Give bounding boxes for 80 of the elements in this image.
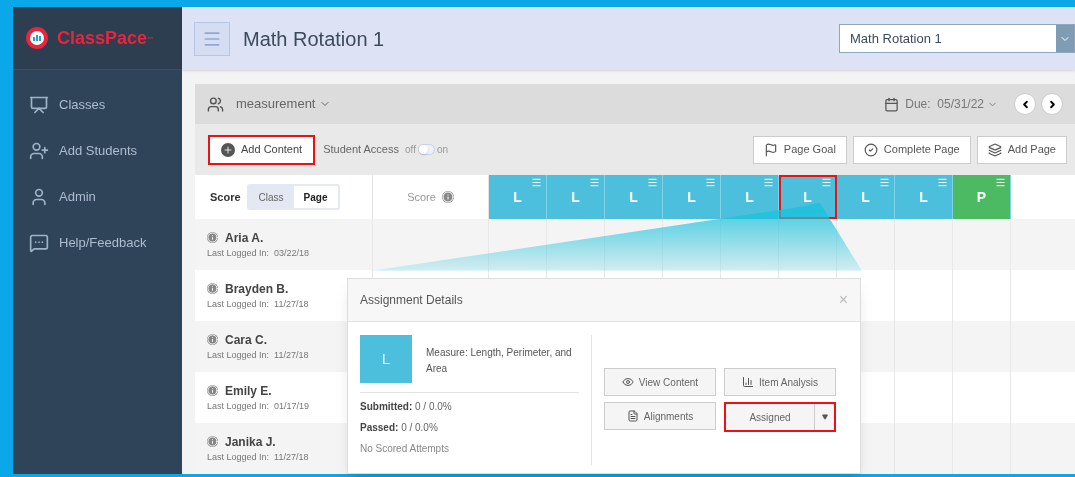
score-tab[interactable]: Page — [293, 186, 338, 209]
stat-text: Passed: 0 / 0.0% — [360, 421, 439, 435]
flag-icon — [763, 142, 778, 157]
info-icon — [207, 385, 218, 397]
add-content-button[interactable]: Add Content — [208, 134, 316, 165]
caret-icon — [821, 414, 828, 420]
content-tile: L — [360, 335, 412, 383]
stat-text: Submitted: 0 / 0.0% — [360, 400, 453, 414]
content-letter: L — [803, 187, 812, 207]
toolbar-button[interactable]: Complete Page — [852, 135, 971, 164]
menu-icon — [647, 177, 658, 189]
group-icon — [207, 95, 224, 113]
student-access-toggle[interactable] — [417, 144, 435, 156]
previous-button[interactable] — [1014, 93, 1036, 115]
sidebar-item[interactable]: Add Students — [13, 128, 182, 174]
content-letter: L — [513, 187, 522, 207]
menu-icon — [879, 177, 890, 189]
toolbar-button[interactable]: Add Page — [976, 135, 1067, 164]
content-letter: L — [861, 187, 870, 207]
last-login: Last Logged In: 03/22/18 — [207, 246, 311, 260]
menu-icon — [995, 177, 1006, 189]
student-name[interactable]: Aria A. — [225, 228, 264, 247]
action-button[interactable]: Item Analysis — [724, 368, 836, 396]
content-letter: L — [629, 187, 638, 207]
menu-icon — [589, 177, 600, 189]
logo-icon — [25, 26, 49, 50]
student-name[interactable]: Emily E. — [225, 381, 272, 400]
student-name[interactable]: Cara C. — [225, 330, 268, 349]
info-icon — [207, 232, 218, 244]
menu-icon — [821, 177, 832, 189]
content-letter: L — [919, 187, 928, 207]
menu-icon — [763, 177, 774, 189]
last-login: Last Logged In: 11/27/18 — [207, 348, 310, 362]
menu-icon — [705, 177, 716, 189]
dialog-title: Assignment Details — [360, 292, 463, 309]
info-icon — [207, 283, 218, 295]
score-label: Score — [210, 189, 241, 205]
info-icon — [207, 436, 218, 448]
add-user-icon — [29, 141, 49, 161]
chat-bubble-icon — [29, 233, 49, 253]
info-icon — [207, 334, 218, 346]
content-title: Measure: Length, Perimeter, and Area — [426, 346, 573, 376]
class-select[interactable]: Math Rotation 1 — [839, 24, 1075, 53]
menu-icon — [531, 177, 542, 189]
plus-icon — [221, 142, 235, 157]
group-dropdown[interactable]: measurement — [236, 94, 332, 114]
next-button[interactable] — [1041, 93, 1063, 115]
content-letter: L — [571, 187, 580, 207]
user-icon — [29, 187, 49, 207]
score-tab[interactable]: Class — [248, 186, 294, 209]
sidebar-item[interactable]: Help/Feedback — [13, 220, 182, 266]
page-title: Math Rotation 1 — [243, 26, 385, 52]
student-name[interactable]: Janika J. — [225, 432, 276, 451]
info-icon — [441, 191, 454, 204]
sidebar-item[interactable]: Classes — [13, 82, 182, 128]
menu-icon — [937, 177, 948, 189]
sidebar-item[interactable]: Admin — [13, 174, 182, 220]
student-name[interactable]: Brayden B. — [225, 279, 289, 298]
status-dropdown[interactable]: Assigned — [724, 402, 836, 432]
toolbar-button[interactable]: Page Goal — [752, 135, 847, 164]
content-letter: P — [976, 187, 987, 207]
document-icon — [626, 410, 639, 422]
student-access-label: Student Access — [323, 142, 399, 158]
action-button[interactable]: View Content — [604, 368, 716, 396]
attempts-note: No Scored Attempts — [360, 442, 450, 456]
layers-icon — [987, 142, 1002, 157]
easel-icon — [29, 95, 49, 115]
on-label: on — [436, 143, 449, 158]
content-letter: L — [687, 187, 696, 207]
last-login: Last Logged In: 11/27/18 — [207, 450, 310, 464]
due-date-dropdown[interactable]: Due: 05/31/22 — [905, 95, 998, 113]
score-column-header: Score — [407, 189, 436, 205]
off-label: off — [405, 143, 416, 158]
bar-chart-icon — [742, 376, 755, 388]
brand-name: ClassPace$^{™}$ — [57, 26, 154, 50]
calendar-icon — [884, 96, 900, 112]
content-letter: L — [745, 187, 754, 207]
check-circle-icon — [863, 142, 878, 157]
eye-icon — [621, 376, 634, 388]
action-button[interactable]: Alignments — [604, 402, 716, 430]
